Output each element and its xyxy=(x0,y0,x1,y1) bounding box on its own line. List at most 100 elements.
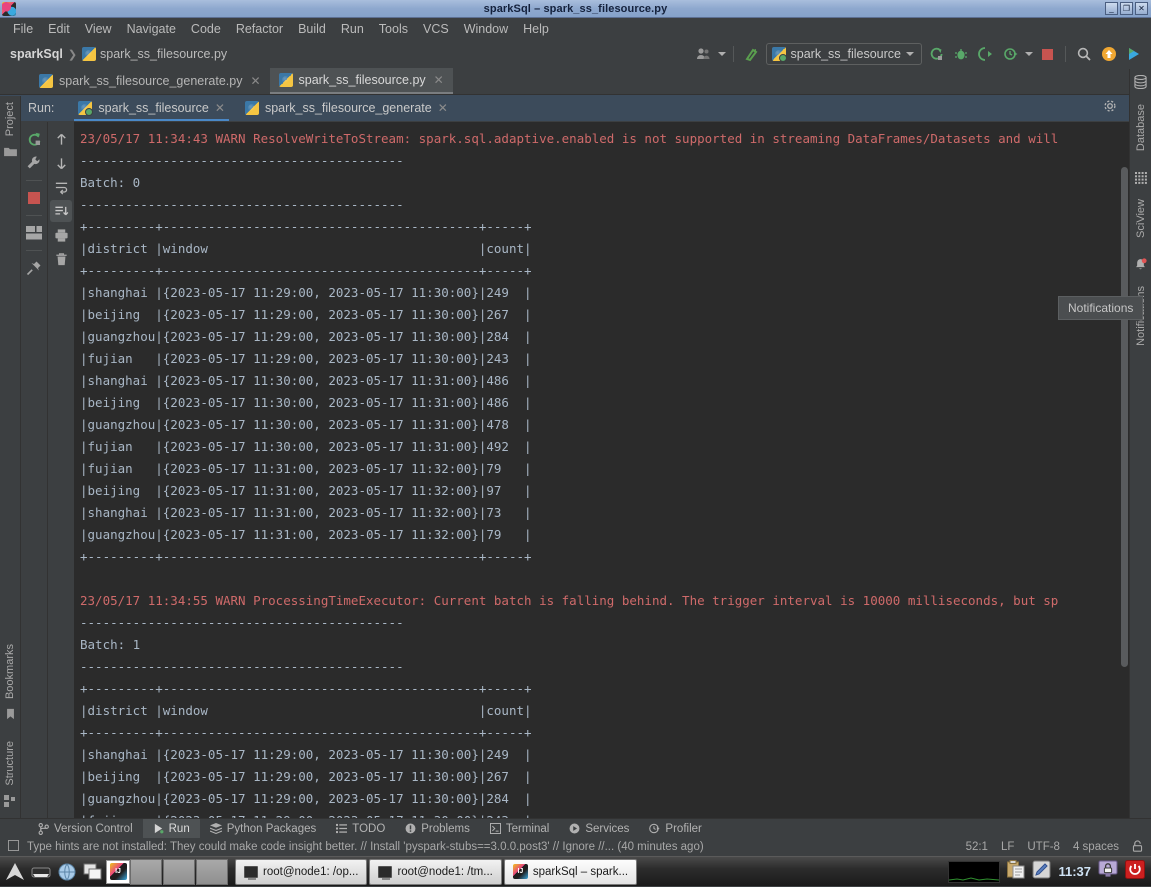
run-tab-filesource[interactable]: spark_ss_filesource ✕ xyxy=(68,95,235,121)
editor-tab-filesource[interactable]: spark_ss_filesource.py ✕ xyxy=(270,68,453,94)
system-monitor-graph[interactable] xyxy=(948,861,1000,883)
menu-file[interactable]: File xyxy=(6,20,40,38)
menu-vcs[interactable]: VCS xyxy=(416,20,456,38)
arch-logo-icon[interactable] xyxy=(2,859,28,885)
sidebar-item-structure[interactable]: Structure xyxy=(4,735,16,792)
rerun-icon[interactable] xyxy=(23,128,45,150)
screenshot-icon[interactable] xyxy=(1032,860,1051,884)
toolbar-divider xyxy=(26,180,42,181)
browser-icon[interactable] xyxy=(54,859,80,885)
clipboard-icon[interactable] xyxy=(1007,860,1025,884)
indent-setting[interactable]: 4 spaces xyxy=(1073,841,1119,853)
scrollbar-thumb[interactable] xyxy=(1121,167,1128,667)
trash-icon[interactable] xyxy=(50,248,72,270)
scroll-down-icon[interactable] xyxy=(50,152,72,174)
tool-button-run[interactable]: Run xyxy=(143,819,200,839)
print-icon[interactable] xyxy=(50,224,72,246)
menu-window[interactable]: Window xyxy=(457,20,515,38)
sidebar-item-sciview[interactable]: SciView xyxy=(1135,171,1147,244)
taskbar-slot[interactable] xyxy=(163,859,195,885)
taskbar-slot[interactable] xyxy=(196,859,228,885)
sidebar-item-database[interactable]: Database xyxy=(1134,75,1147,157)
line-separator[interactable]: LF xyxy=(1001,841,1014,853)
menu-run[interactable]: Run xyxy=(334,20,371,38)
close-icon[interactable]: ✕ xyxy=(215,101,225,115)
stop-icon[interactable] xyxy=(23,187,45,209)
editor-tab-label: spark_ss_filesource.py xyxy=(299,73,426,87)
stop-icon[interactable] xyxy=(1036,43,1058,65)
taskbar-slot[interactable] xyxy=(130,859,162,885)
taskbar-window-terminal-1[interactable]: root@node1: /op... xyxy=(235,859,367,885)
minimize-button[interactable]: _ xyxy=(1105,2,1118,15)
console-line: +---------+-----------------------------… xyxy=(80,722,1129,744)
console-line: |guangzhou|{2023-05-17 11:30:00, 2023-05… xyxy=(80,414,1129,436)
close-icon[interactable]: ✕ xyxy=(434,73,444,87)
breadcrumb-file[interactable]: spark_ss_filesource.py xyxy=(82,47,227,61)
maximize-button[interactable]: ❐ xyxy=(1120,2,1133,15)
rerun-icon[interactable] xyxy=(925,43,947,65)
menu-build[interactable]: Build xyxy=(291,20,333,38)
tool-button-profiler[interactable]: Profiler xyxy=(639,819,711,839)
run-console[interactable]: 23/05/17 11:34:43 WARN ResolveWriteToStr… xyxy=(74,122,1129,818)
soft-wrap-icon[interactable] xyxy=(50,176,72,198)
menu-view[interactable]: View xyxy=(78,20,119,38)
todo-icon xyxy=(336,823,347,834)
sidebar-item-project[interactable]: Project xyxy=(4,96,16,142)
search-icon[interactable] xyxy=(1073,43,1095,65)
tool-button-services[interactable]: Services xyxy=(559,819,639,839)
menu-navigate[interactable]: Navigate xyxy=(120,20,183,38)
intellij-icon[interactable] xyxy=(106,860,130,884)
status-message[interactable]: Type hints are not installed: They could… xyxy=(27,841,704,853)
taskbar-window-terminal-2[interactable]: root@node1: /tm... xyxy=(369,859,501,885)
status-right: 52:1 LF UTF-8 4 spaces xyxy=(966,840,1143,855)
power-icon[interactable] xyxy=(1125,860,1145,884)
close-icon[interactable]: ✕ xyxy=(250,74,260,88)
sidebar-item-bookmarks[interactable]: Bookmarks xyxy=(4,638,16,705)
wrench-icon[interactable] xyxy=(23,152,45,174)
console-vertical-scrollbar[interactable] xyxy=(1120,122,1129,818)
file-encoding[interactable]: UTF-8 xyxy=(1027,841,1060,853)
close-button[interactable]: ✕ xyxy=(1135,2,1148,15)
tool-button-version-control[interactable]: Version Control xyxy=(28,819,143,839)
menu-tools[interactable]: Tools xyxy=(372,20,415,38)
gear-icon[interactable] xyxy=(1103,99,1117,118)
status-notification-icon[interactable] xyxy=(8,840,19,854)
scroll-to-end-icon[interactable] xyxy=(50,200,72,222)
lock-screen-icon[interactable] xyxy=(1098,860,1118,884)
layout-icon[interactable] xyxy=(23,222,45,244)
tool-button-terminal[interactable]: Terminal xyxy=(480,819,559,839)
ide-features-icon[interactable] xyxy=(1123,43,1145,65)
tool-button-problems[interactable]: Problems xyxy=(395,819,480,839)
menu-refactor[interactable]: Refactor xyxy=(229,20,290,38)
taskbar-clock[interactable]: 11:37 xyxy=(1058,864,1091,879)
tool-button-python-packages[interactable]: Python Packages xyxy=(200,819,327,839)
coverage-icon[interactable] xyxy=(975,43,997,65)
caret-position[interactable]: 52:1 xyxy=(966,841,988,853)
updates-icon[interactable] xyxy=(741,43,763,65)
run-configuration-selector[interactable]: spark_ss_filesource xyxy=(766,43,922,65)
update-project-icon[interactable] xyxy=(1098,43,1120,65)
console-line: Batch: 0 xyxy=(80,172,1129,194)
profile-dropdown-caret[interactable] xyxy=(1025,52,1033,56)
editor-tab-generate[interactable]: spark_ss_filesource_generate.py ✕ xyxy=(30,68,270,94)
intellij-logo xyxy=(110,863,127,880)
menu-code[interactable]: Code xyxy=(184,20,228,38)
run-tab-generate[interactable]: spark_ss_filesource_generate ✕ xyxy=(235,95,458,121)
windows-switcher-icon[interactable] xyxy=(80,859,106,885)
close-icon[interactable]: ✕ xyxy=(438,101,448,115)
user-group-dropdown-caret[interactable] xyxy=(718,52,726,56)
profile-icon[interactable] xyxy=(1000,43,1022,65)
taskbar-window-intellij[interactable]: sparkSql – spark... xyxy=(504,859,637,885)
console-line: |beijing |{2023-05-17 11:29:00, 2023-05-… xyxy=(80,766,1129,788)
menu-help[interactable]: Help xyxy=(516,20,556,38)
file-manager-icon[interactable] xyxy=(28,859,54,885)
user-group-icon[interactable] xyxy=(693,43,715,65)
breadcrumb-project[interactable]: sparkSql xyxy=(10,47,63,61)
read-only-toggle-icon[interactable] xyxy=(1132,840,1143,855)
scroll-up-icon[interactable] xyxy=(50,128,72,150)
pin-icon[interactable] xyxy=(23,257,45,279)
tool-button-todo[interactable]: TODO xyxy=(326,819,395,839)
debug-icon[interactable] xyxy=(950,43,972,65)
menu-edit[interactable]: Edit xyxy=(41,20,77,38)
services-icon xyxy=(569,823,580,834)
